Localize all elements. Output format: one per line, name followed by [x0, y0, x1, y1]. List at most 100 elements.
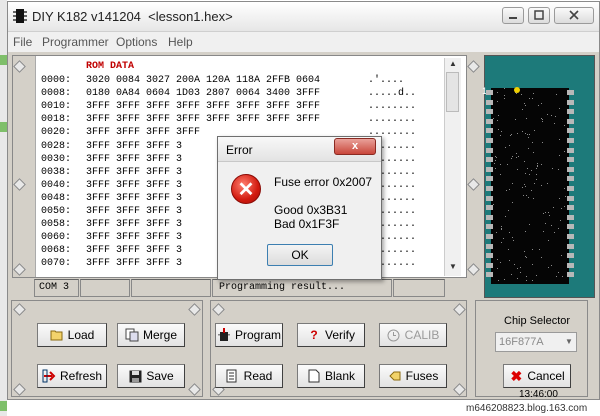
- chip-texture-dot: [504, 215, 506, 217]
- pin1-dot-icon: [514, 87, 520, 93]
- menu-bar: File Programmer Options Help: [8, 32, 599, 52]
- chip-body: [491, 88, 569, 284]
- chip-texture-dot: [508, 231, 510, 233]
- cancel-button[interactable]: ✖ Cancel: [503, 364, 571, 388]
- menu-programmer[interactable]: Programmer: [42, 35, 109, 49]
- chip-texture-dot: [548, 239, 550, 241]
- chip-texture-dot: [493, 163, 495, 165]
- chip-texture-dot: [501, 225, 503, 227]
- hex-data: 3FFF 3FFF 3FFF 3: [86, 232, 183, 244]
- calib-button[interactable]: CALIB: [379, 323, 447, 347]
- merge-button[interactable]: Merge: [117, 323, 185, 347]
- hex-ascii: .'....: [368, 75, 405, 86]
- chip-selector-label: Chip Selector: [504, 315, 571, 327]
- chip-pin: [567, 166, 574, 172]
- chip-texture-dot: [520, 94, 522, 96]
- close-button[interactable]: [554, 7, 594, 24]
- load-button[interactable]: Load: [37, 323, 107, 347]
- chip-texture-dot: [551, 167, 553, 169]
- chip-texture-dot: [559, 108, 561, 110]
- menu-options[interactable]: Options: [116, 35, 157, 49]
- chip-texture-dot: [564, 195, 566, 197]
- chip-texture-dot: [562, 276, 564, 278]
- chip-texture-dot: [525, 173, 527, 175]
- chip-pin: [486, 195, 493, 201]
- chip-texture-dot: [558, 228, 560, 230]
- chip-pin: [567, 157, 574, 163]
- program-button[interactable]: Program: [215, 323, 283, 347]
- dialog-title-bar: Error x: [218, 137, 381, 162]
- read-button[interactable]: Read: [215, 364, 283, 388]
- chip-pin: [567, 147, 574, 153]
- chip-texture-dot: [533, 198, 535, 200]
- chip-texture-dot: [533, 182, 535, 184]
- cancel-x-icon: ✖: [510, 368, 523, 384]
- maximize-button[interactable]: [528, 7, 550, 24]
- error-dialog: Error x ✕ Fuse error 0x2007 Good 0x3B31 …: [217, 136, 382, 280]
- chip-texture-dot: [541, 256, 543, 258]
- fuses-button[interactable]: Fuses: [379, 364, 447, 388]
- scroll-down-icon[interactable]: ▼: [447, 262, 459, 274]
- watermark-text: m646208823.blog.163.com: [466, 403, 588, 414]
- ok-button[interactable]: OK: [267, 244, 333, 266]
- chip-pin: [567, 214, 574, 220]
- chip-texture-dot: [511, 157, 513, 159]
- chip-texture-dot: [551, 225, 553, 227]
- chip-texture-dot: [497, 92, 499, 94]
- chip-pin: [567, 195, 574, 201]
- hex-address: 0070:: [41, 258, 72, 270]
- chip-pin: [567, 253, 574, 259]
- chip-texture-dot: [516, 153, 518, 155]
- chip-texture-dot: [521, 186, 523, 188]
- chip-texture-dot: [501, 131, 503, 133]
- chip-pin: [567, 109, 574, 115]
- chip-texture-dot: [543, 231, 545, 233]
- chip-texture-dot: [497, 115, 499, 117]
- chip-pin: [486, 109, 493, 115]
- chip-texture-dot: [526, 133, 528, 135]
- blank-button[interactable]: Blank: [297, 364, 365, 388]
- chip-texture-dot: [554, 122, 556, 124]
- save-button[interactable]: Save: [117, 364, 185, 388]
- chip-texture-dot: [558, 154, 560, 156]
- save-label: Save: [146, 369, 174, 383]
- chip-texture-dot: [528, 133, 530, 135]
- refresh-icon: [42, 369, 56, 383]
- menu-file[interactable]: File: [13, 35, 32, 49]
- refresh-button[interactable]: Refresh: [37, 364, 107, 388]
- chip-texture-dot: [540, 163, 542, 165]
- chip-texture-dot: [559, 139, 561, 141]
- chip-texture-dot: [558, 271, 560, 273]
- chip-texture-dot: [526, 118, 528, 120]
- chip-texture-dot: [500, 163, 502, 165]
- chip-pin: [486, 157, 493, 163]
- scroll-thumb[interactable]: [446, 72, 459, 112]
- minimize-button[interactable]: [502, 7, 524, 24]
- dialog-message: Fuse error 0x2007 Good 0x3B31 Bad 0x1F3F: [274, 175, 373, 231]
- chip-texture-dot: [525, 255, 527, 257]
- chevron-down-icon[interactable]: ▼: [562, 334, 576, 350]
- scroll-up-icon[interactable]: ▲: [447, 59, 459, 71]
- chip-texture-dot: [496, 258, 498, 260]
- background-page-edge: [0, 0, 7, 416]
- hex-address: 0018:: [41, 114, 72, 126]
- chip-texture-dot: [521, 131, 523, 133]
- fuses-label: Fuses: [405, 369, 439, 383]
- dialog-close-button[interactable]: x: [334, 138, 376, 155]
- hex-address: 0050:: [41, 206, 72, 217]
- hex-scrollbar[interactable]: ▲ ▼: [444, 58, 461, 276]
- status-cell: [80, 279, 130, 297]
- chip-texture-dot: [536, 164, 538, 166]
- hex-data: 3FFF 3FFF 3FFF 3: [86, 179, 183, 191]
- blank-page-icon: [307, 369, 321, 383]
- chip-texture-dot: [531, 169, 533, 171]
- menu-help[interactable]: Help: [168, 35, 193, 49]
- chip-texture-dot: [539, 248, 541, 250]
- error-x-icon: ✕: [231, 174, 261, 204]
- chip-selector-dropdown[interactable]: 16F877A ▼: [495, 332, 577, 352]
- chip-texture-dot: [563, 187, 565, 189]
- status-cell: [131, 279, 211, 297]
- chip-texture-dot: [525, 195, 527, 197]
- verify-button[interactable]: ? Verify: [297, 323, 365, 347]
- hex-gutter: [13, 56, 36, 277]
